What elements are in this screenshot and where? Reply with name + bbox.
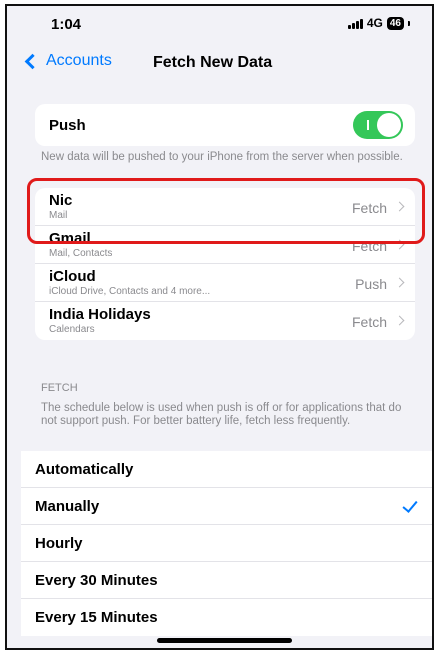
schedule-option-manually[interactable]: Manually: [21, 488, 432, 525]
chevron-right-icon: [394, 277, 405, 288]
account-fetch-value: Fetch: [351, 314, 387, 330]
schedule-label: Every 15 Minutes: [35, 609, 158, 626]
account-subtitle: iCloud Drive, Contacts and 4 more...: [49, 286, 211, 297]
chevron-right-icon: [394, 239, 405, 250]
account-fetch-value: Fetch: [351, 200, 387, 216]
schedule-label: Manually: [35, 498, 100, 515]
account-subtitle: Mail, Contacts: [49, 248, 113, 259]
checkmark-icon: [402, 497, 418, 513]
battery-tip: [408, 20, 410, 26]
chevron-left-icon: [24, 53, 41, 69]
page-title: Fetch New Data: [153, 54, 273, 71]
status-time: 1:04: [51, 16, 82, 33]
battery-icon: 46: [386, 16, 404, 30]
account-name: India Holidays: [49, 306, 151, 323]
account-name: Nic: [49, 192, 73, 209]
status-indicators: 4G 46: [347, 16, 410, 30]
account-row-nic[interactable]: Nic Mail Fetch: [35, 188, 415, 226]
home-indicator[interactable]: [157, 638, 292, 643]
network-type: 4G: [366, 16, 383, 30]
account-name: iCloud: [49, 268, 96, 285]
schedule-option-every-30-minutes[interactable]: Every 30 Minutes: [21, 562, 432, 599]
schedule-label: Every 30 Minutes: [35, 572, 158, 589]
push-toggle[interactable]: [353, 111, 403, 139]
back-label: Accounts: [46, 52, 112, 69]
account-fetch-value: Push: [355, 276, 387, 292]
chevron-right-icon: [394, 201, 405, 212]
fetch-footnote: The schedule below is used when push is …: [41, 402, 402, 427]
chevron-right-icon: [394, 315, 405, 326]
account-subtitle: Mail: [49, 210, 68, 221]
fetch-section-header: FETCH: [41, 382, 78, 394]
account-subtitle: Calendars: [49, 324, 95, 335]
toggle-knob: [377, 113, 401, 137]
schedule-option-automatically[interactable]: Automatically: [21, 451, 432, 488]
accounts-group: Nic Mail Fetch Gmail Mail, Contacts Fetc…: [35, 188, 415, 340]
push-footnote: New data will be pushed to your iPhone f…: [41, 151, 403, 163]
schedule-option-hourly[interactable]: Hourly: [21, 525, 432, 562]
account-row-gmail[interactable]: Gmail Mail, Contacts Fetch: [35, 226, 415, 264]
account-fetch-value: Fetch: [351, 238, 387, 254]
push-group: Push: [35, 104, 415, 146]
account-name: Gmail: [49, 230, 91, 247]
phone-screen: 1:04 4G 46 Accounts Fetch New Data Push …: [5, 4, 434, 650]
schedule-option-every-15-minutes[interactable]: Every 15 Minutes: [21, 599, 432, 636]
toggle-on-mark: [367, 120, 369, 130]
schedule-label: Hourly: [35, 535, 83, 552]
signal-icon: [347, 18, 363, 29]
account-row-india-holidays[interactable]: India Holidays Calendars Fetch: [35, 302, 415, 340]
schedule-label: Automatically: [35, 461, 134, 478]
account-row-icloud[interactable]: iCloud iCloud Drive, Contacts and 4 more…: [35, 264, 415, 302]
push-row: Push: [35, 104, 415, 146]
back-button[interactable]: Accounts: [23, 52, 112, 70]
fetch-schedule-group: Automatically Manually Hourly Every 30 M…: [21, 451, 432, 636]
push-label: Push: [49, 116, 86, 134]
